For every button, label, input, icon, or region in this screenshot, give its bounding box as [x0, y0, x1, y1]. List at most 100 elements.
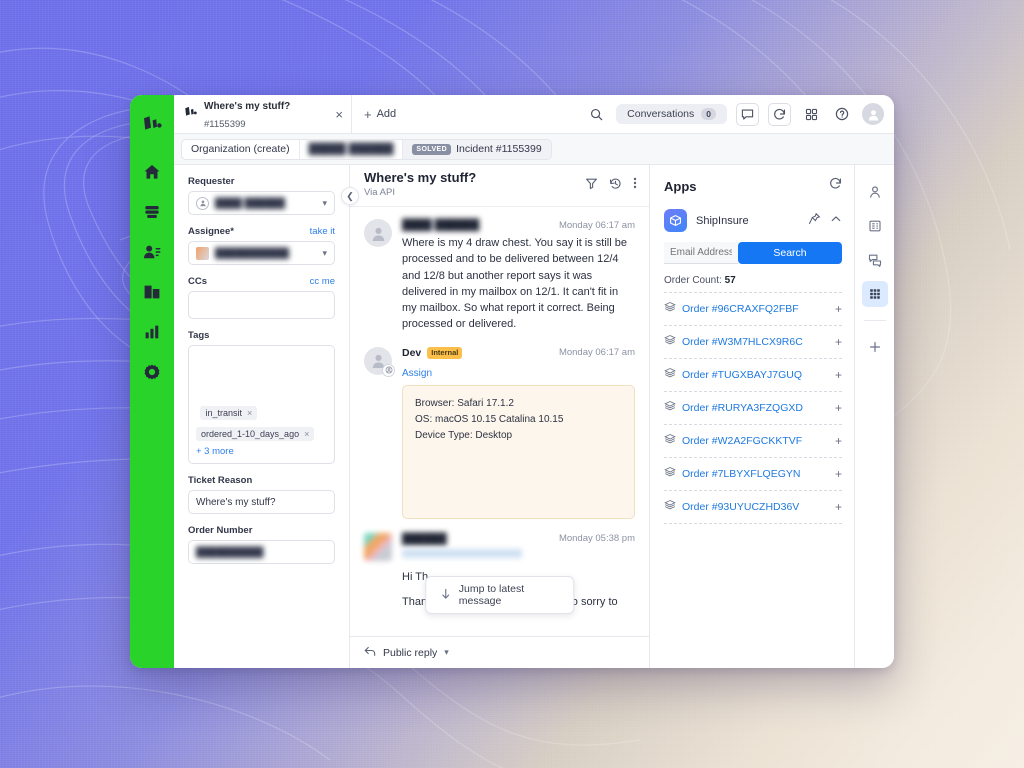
- help-icon[interactable]: [831, 103, 853, 125]
- filter-icon[interactable]: [585, 177, 598, 195]
- tag-chip[interactable]: in_transit ×: [200, 406, 258, 420]
- order-link[interactable]: Order #93UYUCZHD36V: [682, 501, 799, 513]
- tab-subtitle: #1155399: [204, 119, 246, 130]
- close-icon[interactable]: ×: [247, 408, 252, 418]
- order-number-input[interactable]: ██████████: [188, 540, 335, 564]
- history-icon[interactable]: [609, 177, 622, 195]
- assign-link[interactable]: Assign: [402, 368, 432, 379]
- take-it-link[interactable]: take it: [310, 226, 335, 237]
- ticket-properties-panel: Requester ████ ██████ ▾ Assignee* take i…: [174, 165, 350, 668]
- order-row[interactable]: Order #7LBYXFLQEGYN +: [664, 457, 842, 490]
- grid-apps-icon[interactable]: [800, 103, 822, 125]
- chevron-down-icon: ▾: [322, 197, 327, 208]
- order-row[interactable]: Order #96CRAXFQ2FBF +: [664, 292, 842, 325]
- chart-icon[interactable]: [134, 313, 170, 351]
- add-tab-button[interactable]: + Add: [352, 95, 408, 133]
- add-order-icon[interactable]: +: [835, 335, 842, 349]
- user-avatar[interactable]: [862, 103, 884, 125]
- chevron-down-icon: ▾: [444, 647, 449, 657]
- order-link[interactable]: Order #W2A2FGCKKTVF: [682, 435, 802, 447]
- package-icon: [664, 498, 676, 516]
- reply-mode-selector[interactable]: Public reply ▾: [350, 636, 649, 668]
- requester-label: Requester: [188, 176, 235, 187]
- order-link[interactable]: Order #TUGXBAYJ7GUQ: [682, 369, 802, 381]
- add-order-icon[interactable]: +: [835, 368, 842, 382]
- collapse-sidebar-icon[interactable]: ❮: [341, 187, 359, 205]
- refresh-icon[interactable]: [768, 102, 791, 126]
- message-thread[interactable]: ████ ██████ Monday 06:17 am Where is my …: [350, 207, 649, 636]
- more-options-icon[interactable]: [633, 176, 637, 195]
- building-icon[interactable]: [134, 273, 170, 311]
- order-link[interactable]: Order #96CRAXFQ2FBF: [682, 303, 799, 315]
- gear-icon[interactable]: [134, 353, 170, 391]
- message-author: ████ ██████: [402, 219, 480, 231]
- order-row[interactable]: Order #93UYUCZHD36V +: [664, 490, 842, 523]
- breadcrumb-person-label: █████ ██████: [308, 143, 394, 155]
- add-order-icon[interactable]: +: [835, 434, 842, 448]
- cc-me-link[interactable]: cc me: [310, 276, 335, 287]
- order-link[interactable]: Order #RURYA3FZQGXD: [682, 402, 803, 414]
- tabbar-actions: Conversations 0: [585, 95, 894, 133]
- conversation-panel: ❮ Where's my stuff? Via API ████ ██████ …: [341, 165, 650, 668]
- email-input[interactable]: [664, 242, 738, 264]
- breadcrumb-incident[interactable]: SOLVED Incident #1155399: [403, 139, 551, 159]
- add-order-icon[interactable]: +: [835, 500, 842, 514]
- refresh-icon[interactable]: [829, 177, 842, 195]
- conversations-label: Conversations: [627, 108, 695, 120]
- message: Dev Internal Monday 06:17 am Assign Brow…: [364, 346, 635, 519]
- inbox-icon[interactable]: [134, 193, 170, 231]
- chat-icon[interactable]: [862, 247, 888, 273]
- add-order-icon[interactable]: +: [835, 467, 842, 481]
- order-link[interactable]: Order #7LBYXFLQEGYN: [682, 468, 800, 480]
- search-icon[interactable]: [585, 103, 607, 125]
- contacts-icon[interactable]: [134, 233, 170, 271]
- assignee-select[interactable]: ███████████ ▾: [188, 241, 335, 265]
- tags-box[interactable]: in_transit × ordered_1-10_days_ago × + 3…: [188, 345, 335, 464]
- jump-to-latest-button[interactable]: Jump to latest message: [424, 576, 575, 614]
- ticket-tab[interactable]: Where's my stuff? #1155399 ×: [174, 95, 352, 133]
- reply-mode-label: Public reply: [383, 646, 438, 659]
- message-text: Where is my 4 draw chest. You say it is …: [402, 237, 627, 331]
- ticket-reason-input[interactable]: Where's my stuff?: [188, 490, 335, 514]
- package-icon: [664, 333, 676, 351]
- breadcrumb-person[interactable]: █████ ██████: [300, 139, 404, 159]
- add-label: Add: [376, 108, 397, 120]
- tag-chip[interactable]: ordered_1-10_days_ago ×: [196, 427, 315, 441]
- requester-select[interactable]: ████ ██████ ▾: [188, 191, 335, 215]
- order-count: Order Count: 57: [664, 273, 842, 292]
- home-icon[interactable]: [134, 153, 170, 191]
- person-icon[interactable]: [862, 179, 888, 205]
- pin-icon[interactable]: [808, 212, 821, 230]
- order-row[interactable]: Order #RURYA3FZQGXD +: [664, 391, 842, 424]
- more-tags-link[interactable]: + 3 more: [196, 446, 327, 457]
- status-badge: SOLVED: [412, 143, 452, 155]
- chat-icon[interactable]: [736, 102, 759, 126]
- grid-apps-icon[interactable]: [861, 281, 888, 307]
- team-avatar: [196, 246, 209, 260]
- jump-to-latest-label: Jump to latest message: [458, 583, 525, 607]
- assignee-value: ███████████: [215, 247, 290, 259]
- order-row[interactable]: Order #W3M7HLCX9R6C +: [664, 325, 842, 358]
- add-order-icon[interactable]: +: [835, 401, 842, 415]
- logo-icon[interactable]: [134, 105, 170, 143]
- message-time: Monday 05:38 pm: [558, 533, 635, 545]
- order-number-value: ██████████: [196, 546, 264, 558]
- order-link[interactable]: Order #W3M7HLCX9R6C: [682, 336, 803, 348]
- collapse-icon[interactable]: [830, 212, 842, 230]
- conversations-filter[interactable]: Conversations 0: [616, 104, 727, 124]
- ccs-input[interactable]: [188, 291, 335, 319]
- order-row[interactable]: Order #W2A2FGCKKTVF +: [664, 424, 842, 457]
- close-icon[interactable]: ×: [304, 429, 309, 439]
- tag-label: ordered_1-10_days_ago: [201, 429, 300, 439]
- search-button[interactable]: Search: [738, 242, 842, 264]
- shipinsure-search-row: Search: [664, 242, 842, 264]
- order-row[interactable]: Order #TUGXBAYJ7GUQ +: [664, 358, 842, 391]
- message: ████ ██████ Monday 06:17 am Where is my …: [364, 219, 635, 333]
- close-icon[interactable]: ×: [335, 108, 343, 121]
- article-icon[interactable]: [862, 213, 888, 239]
- breadcrumb-organization[interactable]: Organization (create): [182, 139, 300, 159]
- tab-bar: Where's my stuff? #1155399 × + Add Conve…: [174, 95, 894, 134]
- add-app-icon[interactable]: [862, 334, 888, 360]
- add-order-icon[interactable]: +: [835, 302, 842, 316]
- package-icon: [664, 366, 676, 384]
